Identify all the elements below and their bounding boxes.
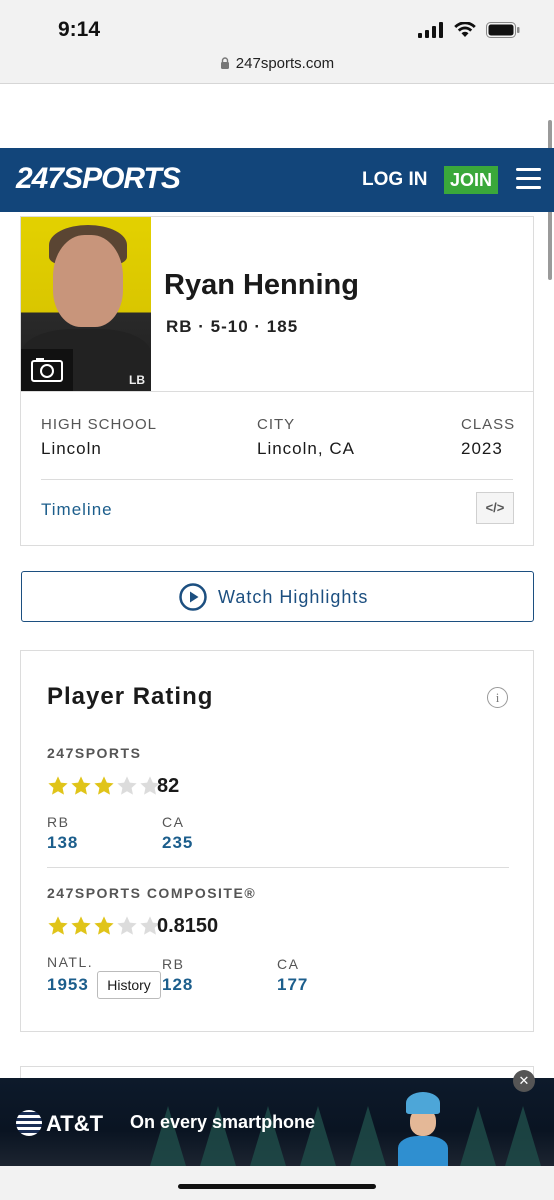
menu-icon[interactable] (516, 168, 541, 190)
high-school-label: HIGH SCHOOL (41, 416, 158, 433)
embed-button[interactable]: </> (476, 492, 514, 524)
photo-badge: LB (129, 373, 145, 387)
ad-logo: AT&T (16, 1110, 103, 1137)
star-icon (48, 776, 68, 795)
lock-icon (220, 57, 229, 69)
watch-highlights-label: Watch Highlights (218, 587, 369, 607)
logo-text: 247SPORTS (16, 162, 181, 195)
url-display[interactable]: 247sports.com (0, 55, 554, 72)
composite-score: 0.8150 (157, 915, 219, 937)
composite-rb-rank[interactable]: 128 (162, 975, 193, 995)
composite-ca-label: CA (277, 956, 300, 972)
ad-person-image (398, 1092, 448, 1166)
globe-icon (16, 1110, 42, 1136)
star-icon (117, 776, 137, 795)
star-icon (94, 916, 114, 935)
divider (47, 867, 509, 868)
player-rating-card: Player Rating i 247SPORTS 82 RB 138 CA 2… (20, 650, 534, 1032)
star-icon (117, 916, 137, 935)
play-icon (179, 583, 207, 611)
signal-icon (418, 22, 443, 38)
high-school-value: Lincoln (41, 439, 102, 458)
composite-stars (47, 915, 161, 937)
ad-banner[interactable]: AT&T On every smartphone (0, 1078, 554, 1166)
join-button[interactable]: JOIN (444, 166, 498, 194)
sports247-rb-label: RB (47, 814, 70, 830)
ad-brand: AT&T (46, 1111, 104, 1136)
sports247-ca-label: CA (162, 814, 185, 830)
city-value: Lincoln, CA (257, 439, 355, 458)
player-name: Ryan Henning (164, 269, 359, 301)
rating-title: Player Rating (47, 683, 214, 710)
player-profile-card: LB Ryan Henning RB · 5-10 · 185 HIGH SCH… (20, 216, 534, 546)
star-icon (94, 776, 114, 795)
status-icons (418, 22, 520, 38)
class-value: 2023 (461, 439, 503, 458)
divider (21, 391, 533, 392)
url-bar[interactable]: 247sports.com (0, 52, 554, 84)
sports247-ca-rank[interactable]: 235 (162, 833, 193, 853)
star-icon (71, 776, 91, 795)
battery-icon (486, 22, 520, 38)
url-text: 247sports.com (235, 55, 335, 72)
home-indicator[interactable] (178, 1184, 376, 1189)
composite-ca-rank[interactable]: 177 (277, 975, 308, 995)
composite-natl-label: NATL. (47, 954, 94, 970)
watch-highlights-button[interactable]: Watch Highlights (21, 571, 534, 622)
camera-button[interactable] (21, 349, 73, 391)
divider (41, 479, 513, 480)
wifi-icon (454, 22, 476, 37)
close-icon[interactable]: ✕ (513, 1070, 535, 1092)
status-time: 9:14 (58, 18, 101, 41)
composite-label: 247SPORTS COMPOSITE® (47, 885, 257, 901)
sports247-rb-rank[interactable]: 138 (47, 833, 78, 853)
class-label: CLASS (461, 416, 516, 433)
city-label: CITY (257, 416, 296, 433)
info-icon[interactable]: i (487, 687, 508, 708)
ad-text: On every smartphone (130, 1112, 316, 1132)
site-logo[interactable]: 247SPORTS (16, 162, 181, 196)
status-bar: 9:14 (0, 0, 554, 52)
sports247-label: 247SPORTS (47, 745, 142, 761)
composite-natl-rank[interactable]: 1953 (47, 975, 89, 995)
player-meta: RB · 5-10 · 185 (166, 317, 299, 336)
timeline-link[interactable]: Timeline (41, 500, 113, 520)
sports247-score: 82 (157, 775, 180, 797)
browser-bottom-bar (0, 1166, 554, 1200)
sports247-stars (47, 775, 161, 797)
site-header: 247SPORTS LOG IN JOIN (0, 148, 554, 212)
login-link[interactable]: LOG IN (362, 169, 427, 191)
camera-icon (31, 358, 63, 382)
star-icon (48, 916, 68, 935)
history-button[interactable]: History (97, 971, 161, 999)
star-icon (71, 916, 91, 935)
composite-rb-label: RB (162, 956, 185, 972)
